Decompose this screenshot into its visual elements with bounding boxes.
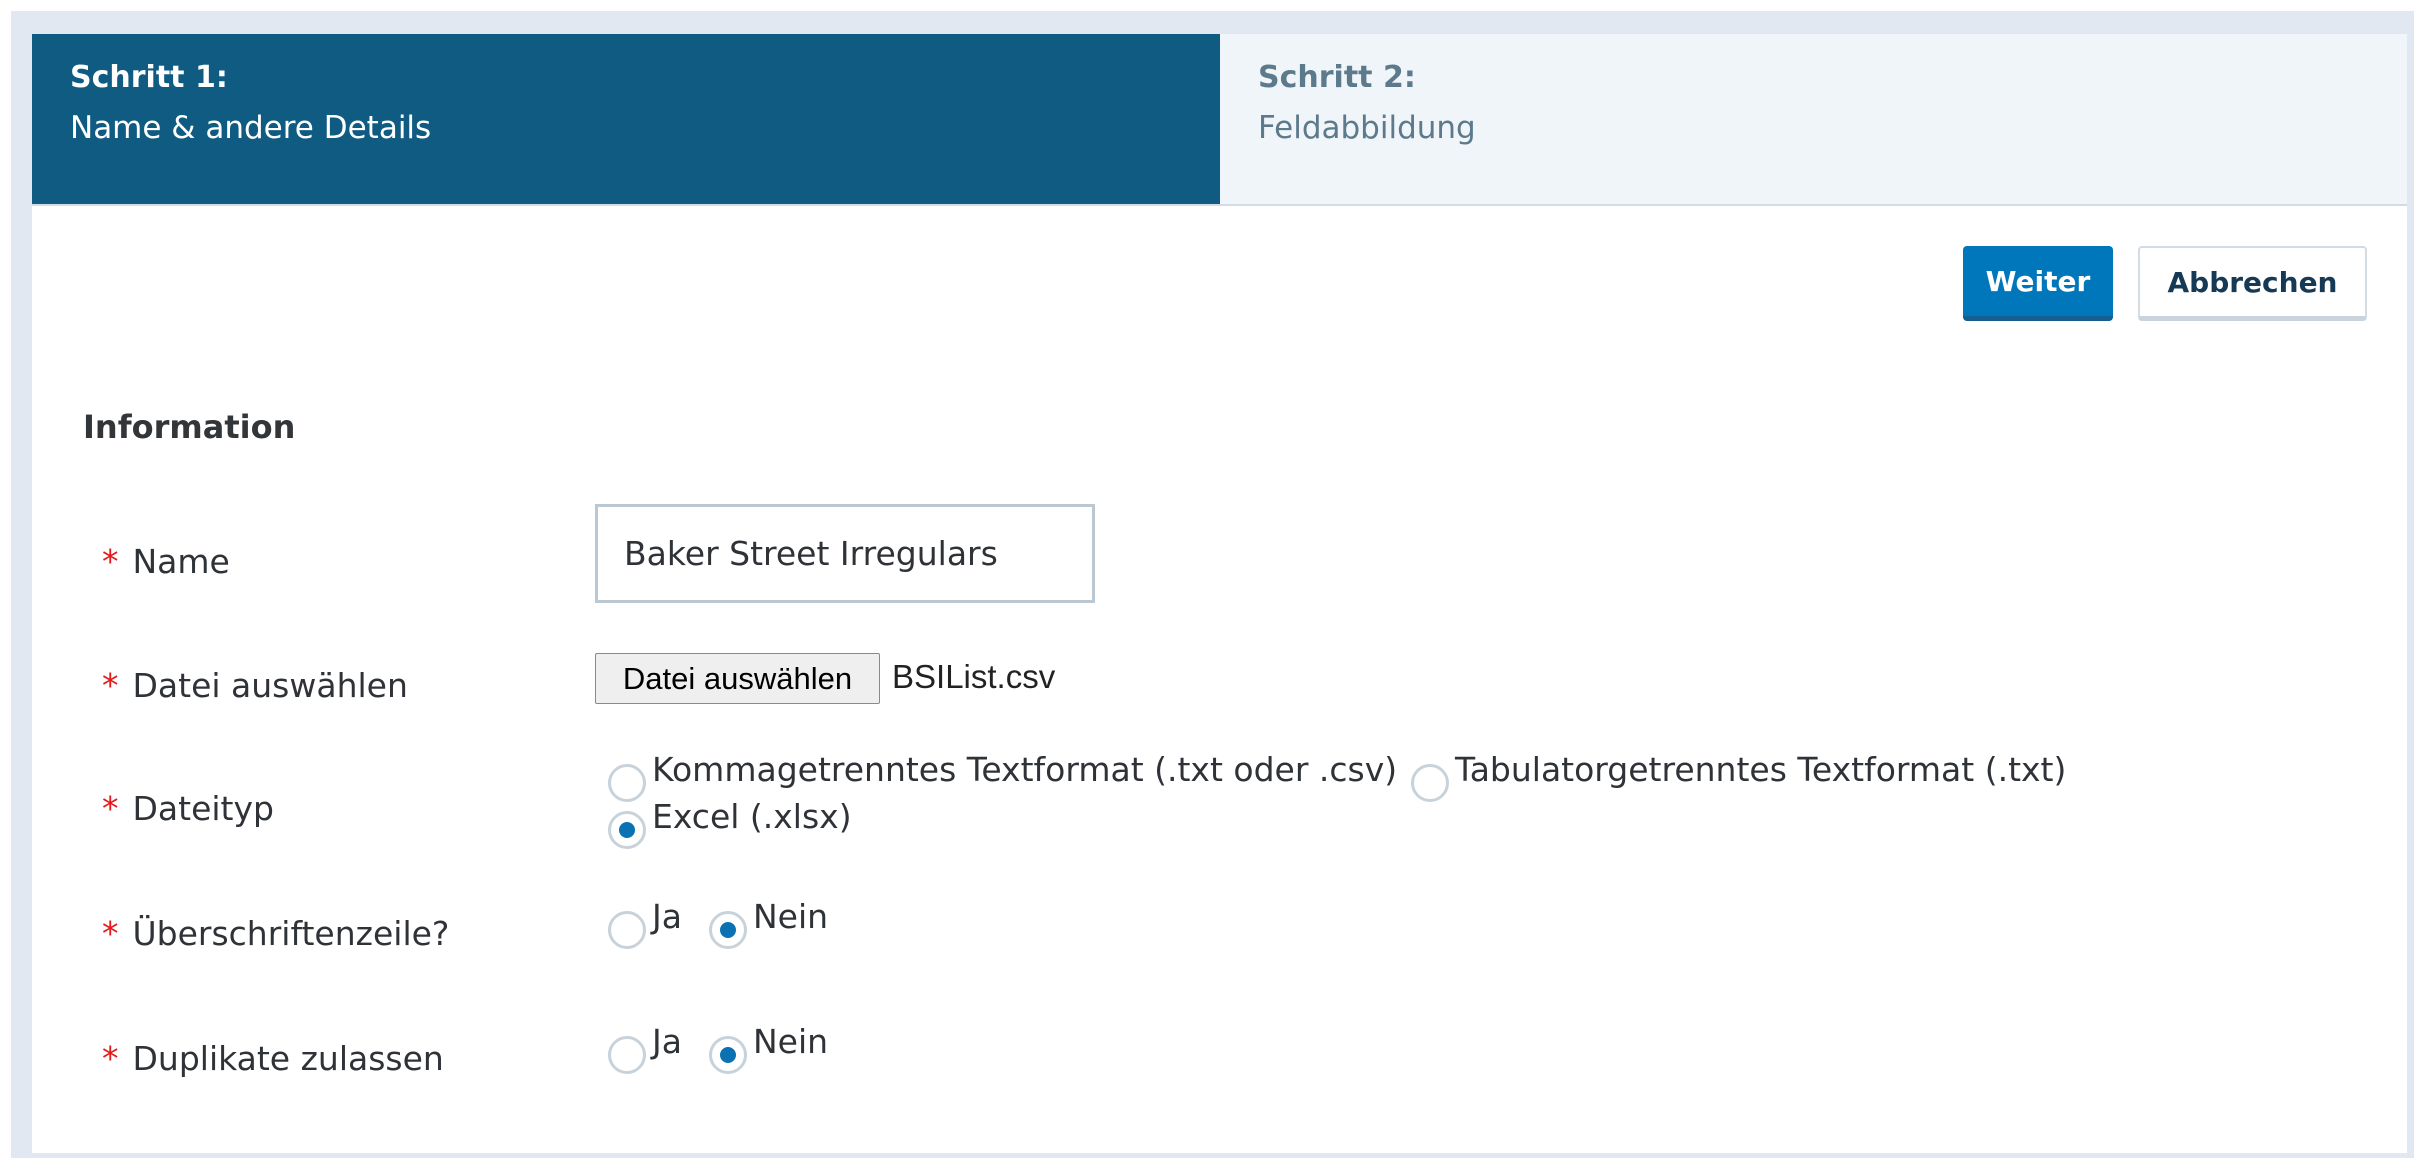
wizard-panel: Schritt 1: Name & andere Details Schritt…: [32, 34, 2407, 1153]
allow-duplicates-option-label: Nein: [753, 1022, 829, 1061]
section-title: Information: [83, 408, 296, 446]
choose-file-button[interactable]: Datei auswählen: [595, 653, 880, 704]
file-type-label-text: Dateityp: [132, 789, 274, 828]
file-type-option-csv[interactable]: Kommagetrenntes Textformat (.txt oder .c…: [608, 752, 1397, 802]
header-row-option-label: Ja: [652, 897, 682, 936]
header-row-option-yes[interactable]: Ja: [608, 899, 682, 949]
required-marker: *: [102, 666, 119, 705]
radio-button-checked[interactable]: [608, 811, 646, 849]
step-2-number: Schritt 2:: [1258, 60, 1416, 95]
header-row-label: * Überschriftenzeile?: [102, 914, 449, 953]
name-label-text: Name: [132, 542, 230, 581]
required-marker: *: [102, 789, 119, 828]
radio-button[interactable]: [608, 911, 646, 949]
name-input[interactable]: [595, 504, 1095, 603]
file-type-option-label: Tabulatorgetrenntes Textformat (.txt): [1455, 750, 2067, 789]
required-marker: *: [102, 1039, 119, 1078]
file-type-option-tab[interactable]: Tabulatorgetrenntes Textformat (.txt): [1411, 752, 2066, 802]
header-row-option-no[interactable]: Nein: [709, 899, 828, 949]
step-1-number: Schritt 1:: [70, 60, 228, 95]
header-row-option-label: Nein: [753, 897, 829, 936]
allow-duplicates-option-label: Ja: [652, 1022, 682, 1061]
radio-button[interactable]: [608, 764, 646, 802]
step-2-description: Feldabbildung: [1258, 110, 1476, 146]
allow-duplicates-option-no[interactable]: Nein: [709, 1024, 828, 1074]
file-label: * Datei auswählen: [102, 666, 408, 705]
file-type-option-excel[interactable]: Excel (.xlsx): [608, 799, 852, 849]
file-type-option-label: Kommagetrenntes Textformat (.txt oder .c…: [652, 750, 1398, 789]
required-marker: *: [102, 542, 119, 581]
wizard-steps: Schritt 1: Name & andere Details Schritt…: [32, 34, 2407, 206]
selected-file-name: BSIList.csv: [892, 658, 1056, 695]
cancel-button[interactable]: Abbrechen: [2138, 246, 2367, 321]
allow-duplicates-option-yes[interactable]: Ja: [608, 1024, 682, 1074]
radio-button[interactable]: [608, 1036, 646, 1074]
name-label: * Name: [102, 542, 230, 581]
file-label-text: Datei auswählen: [132, 666, 408, 705]
header-row-label-text: Überschriftenzeile?: [132, 914, 450, 953]
radio-button-checked[interactable]: [709, 911, 747, 949]
radio-button[interactable]: [1411, 764, 1449, 802]
allow-duplicates-label: * Duplikate zulassen: [102, 1039, 444, 1078]
file-type-label: * Dateityp: [102, 789, 274, 828]
step-1-description: Name & andere Details: [70, 110, 432, 146]
step-2-tab[interactable]: Schritt 2: Feldabbildung: [1220, 34, 2407, 204]
radio-button-checked[interactable]: [709, 1036, 747, 1074]
file-type-option-label: Excel (.xlsx): [652, 797, 852, 836]
required-marker: *: [102, 914, 119, 953]
step-1-tab[interactable]: Schritt 1: Name & andere Details: [32, 34, 1220, 204]
next-button[interactable]: Weiter: [1963, 246, 2113, 321]
page-frame: Schritt 1: Name & andere Details Schritt…: [11, 11, 2414, 1158]
allow-duplicates-label-text: Duplikate zulassen: [132, 1039, 444, 1078]
